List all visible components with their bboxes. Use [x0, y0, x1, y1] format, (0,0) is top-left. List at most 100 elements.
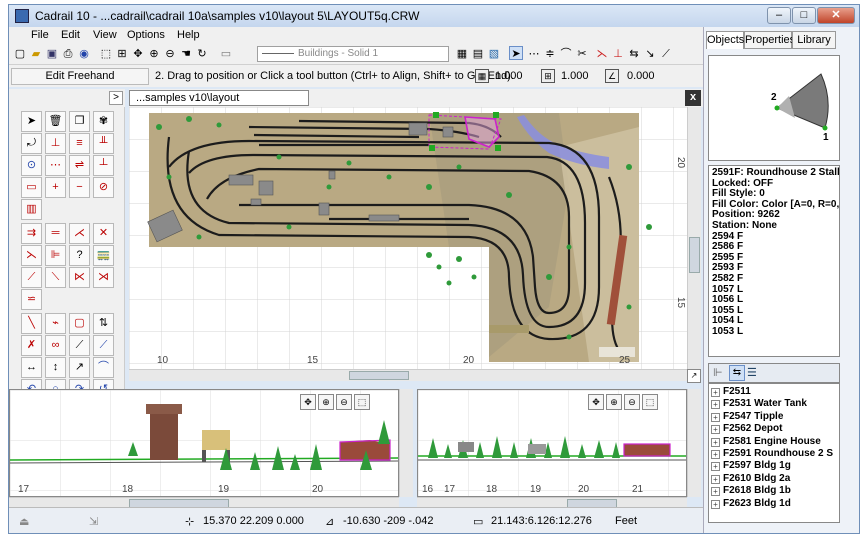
expand-icon[interactable]: + — [711, 412, 720, 422]
tree-view-3-icon[interactable]: ☰ — [747, 366, 757, 379]
tree-item[interactable]: + F2610 Bldg 2a — [711, 473, 837, 485]
box-tool-icon[interactable]: ▢ — [69, 313, 90, 334]
new-file-icon[interactable]: ▢ — [13, 47, 27, 61]
pan-icon[interactable]: ✥ — [131, 47, 145, 61]
horizontal-arrow-icon[interactable]: ↔ — [21, 357, 42, 378]
track-tool-3-icon[interactable]: ✂ — [575, 47, 589, 61]
copy-tool-icon[interactable]: ❐ — [69, 111, 90, 132]
expand-icon[interactable]: + — [711, 425, 720, 435]
help-icon[interactable]: ◉ — [77, 47, 91, 61]
tab-objects[interactable]: Objects — [706, 31, 744, 49]
elev-right-zoom-window-icon[interactable]: ⬚ — [642, 394, 658, 410]
switch-tool-5-icon[interactable]: ⋍ — [21, 289, 42, 310]
menu-edit[interactable]: Edit — [61, 29, 80, 41]
tab-library[interactable]: Library — [792, 31, 836, 49]
tree-view-2-icon[interactable]: ⇆ — [729, 365, 745, 381]
turnout-tool-3-icon[interactable]: ⇆ — [627, 47, 641, 61]
snap-icon[interactable]: ⋯ — [527, 47, 541, 61]
tree-item[interactable]: + F2618 Bldg 1b — [711, 485, 837, 497]
question-tool-icon[interactable]: ? — [69, 245, 90, 266]
menu-help[interactable]: Help — [177, 29, 200, 41]
palette-toggle-button[interactable]: > — [109, 91, 123, 105]
diagonal-arrow-icon[interactable]: ↗ — [69, 357, 90, 378]
curve-tool-icon[interactable]: ⌒ — [93, 357, 114, 378]
expand-icon[interactable]: + — [711, 450, 720, 460]
elev-left-zoom-out-icon[interactable]: ⊖ — [336, 394, 352, 410]
menu-file[interactable]: File — [31, 29, 49, 41]
link-tool-icon[interactable]: ∞ — [45, 335, 66, 356]
switch-tool-2-icon[interactable]: ⟍ — [45, 267, 66, 288]
rect-tool-icon[interactable]: ▭ — [21, 177, 42, 198]
value-field-1[interactable]: 1.000 — [495, 70, 523, 82]
polyline-tool-icon[interactable]: ⌁ — [45, 313, 66, 334]
elev-left-zoom-window-icon[interactable]: ⬚ — [354, 394, 370, 410]
bird-tool-icon[interactable]: ✾ — [93, 111, 114, 132]
switch-tool-1-icon[interactable]: ⟋ — [21, 267, 42, 288]
x-tool-icon[interactable]: ✗ — [21, 335, 42, 356]
tree-item[interactable]: + F2581 Engine House — [711, 436, 837, 448]
trash-tool-icon[interactable]: 🗑 — [45, 111, 66, 132]
angle-icon[interactable]: ∠ — [605, 69, 619, 83]
tree-item[interactable]: + F2547 Tipple — [711, 411, 837, 423]
value-field-2[interactable]: 1.000 — [561, 70, 589, 82]
expand-icon[interactable]: + — [711, 487, 720, 497]
hand-icon[interactable]: ☚ — [179, 47, 193, 61]
plus-tool-icon[interactable]: + — [45, 177, 66, 198]
elev-right-pan-icon[interactable]: ✥ — [588, 394, 604, 410]
turnout-tool-4-icon[interactable]: ↘ — [643, 47, 657, 61]
plan-horizontal-scrollbar[interactable] — [129, 369, 687, 381]
layer-tool-1-icon[interactable]: ▦ — [455, 47, 469, 61]
print-icon[interactable]: ⎙ — [61, 47, 75, 61]
minimize-button[interactable]: – — [767, 7, 791, 24]
rotate-tool-icon[interactable]: ⤾ — [21, 133, 42, 154]
track-tool-1-icon[interactable]: ≑ — [543, 47, 557, 61]
switch-tool-3-icon[interactable]: ⋉ — [69, 267, 90, 288]
dimension-icon[interactable]: ⊞ — [541, 69, 555, 83]
expand-icon[interactable]: + — [711, 474, 720, 484]
expand-icon[interactable]: + — [711, 499, 720, 509]
tree-item[interactable]: + F2591 Roundhouse 2 S — [711, 448, 837, 460]
flex-tool-icon[interactable]: ⋯ — [45, 155, 66, 176]
zoom-out-icon[interactable]: ⊖ — [163, 47, 177, 61]
expand-icon[interactable]: + — [711, 400, 720, 410]
measure-tool-icon[interactable]: ⟋ — [69, 335, 90, 356]
expand-icon[interactable]: + — [711, 462, 720, 472]
elevation-view-right[interactable]: ✥ ⊕ ⊖ ⬚ 16 17 18 19 20 21 — [417, 389, 687, 497]
layer-tool-2-icon[interactable]: ▤ — [471, 47, 485, 61]
switch-tool-4-icon[interactable]: ⋊ — [93, 267, 114, 288]
maximize-button[interactable]: □ — [792, 7, 816, 24]
layer-tool-3-icon[interactable]: ▧ — [487, 47, 501, 61]
zoom-extents-icon[interactable]: ⊞ — [115, 47, 129, 61]
grid-icon[interactable]: ▦ — [475, 69, 489, 83]
close-document-button[interactable]: x — [685, 90, 701, 106]
redraw-icon[interactable]: ↻ — [195, 47, 209, 61]
menu-view[interactable]: View — [93, 29, 117, 41]
zoom-window-icon[interactable]: ⬚ — [99, 47, 113, 61]
no-tool-icon[interactable]: ⊘ — [93, 177, 114, 198]
tee-tool-icon[interactable]: ┴ — [93, 155, 114, 176]
tree-view-1-icon[interactable]: ⊩ — [713, 366, 723, 379]
elev-right-vscroll[interactable] — [687, 389, 701, 497]
elev-right-zoom-in-icon[interactable]: ⊕ — [606, 394, 622, 410]
center-tool-icon[interactable]: ⊙ — [21, 155, 42, 176]
tree-item[interactable]: + F2531 Water Tank — [711, 398, 837, 410]
zoom-in-icon[interactable]: ⊕ — [147, 47, 161, 61]
wye-icon[interactable]: ⋋ — [21, 245, 42, 266]
layer-selector[interactable]: Buildings - Solid 1 — [257, 46, 449, 62]
minus-tool-icon[interactable]: − — [69, 177, 90, 198]
menu-options[interactable]: Options — [127, 29, 165, 41]
turnout-tool-2-icon[interactable]: ⊥ — [611, 47, 625, 61]
expand-icon[interactable]: + — [711, 388, 720, 397]
tree-item[interactable]: + F2511 — [711, 386, 837, 398]
crossing-icon[interactable]: ✕ — [93, 223, 114, 244]
elevation-view-left[interactable]: ✥ ⊕ ⊖ ⬚ 17 18 19 20 — [9, 389, 399, 497]
elev-right-zoom-out-icon[interactable]: ⊖ — [624, 394, 640, 410]
tree-item[interactable]: + F2562 Depot — [711, 423, 837, 435]
tree-item[interactable]: + F2597 Bldg 1g — [711, 460, 837, 472]
line-tool-icon[interactable]: ╲ — [21, 313, 42, 334]
bumper-icon[interactable]: ⊫ — [45, 245, 66, 266]
turnout-tool-5-icon[interactable]: ⟋ — [659, 47, 673, 61]
ruler-tool-icon[interactable]: ⟋ — [93, 335, 114, 356]
elev-left-vscroll[interactable] — [399, 389, 413, 497]
parallel-track-icon[interactable]: ⇉ — [21, 223, 42, 244]
